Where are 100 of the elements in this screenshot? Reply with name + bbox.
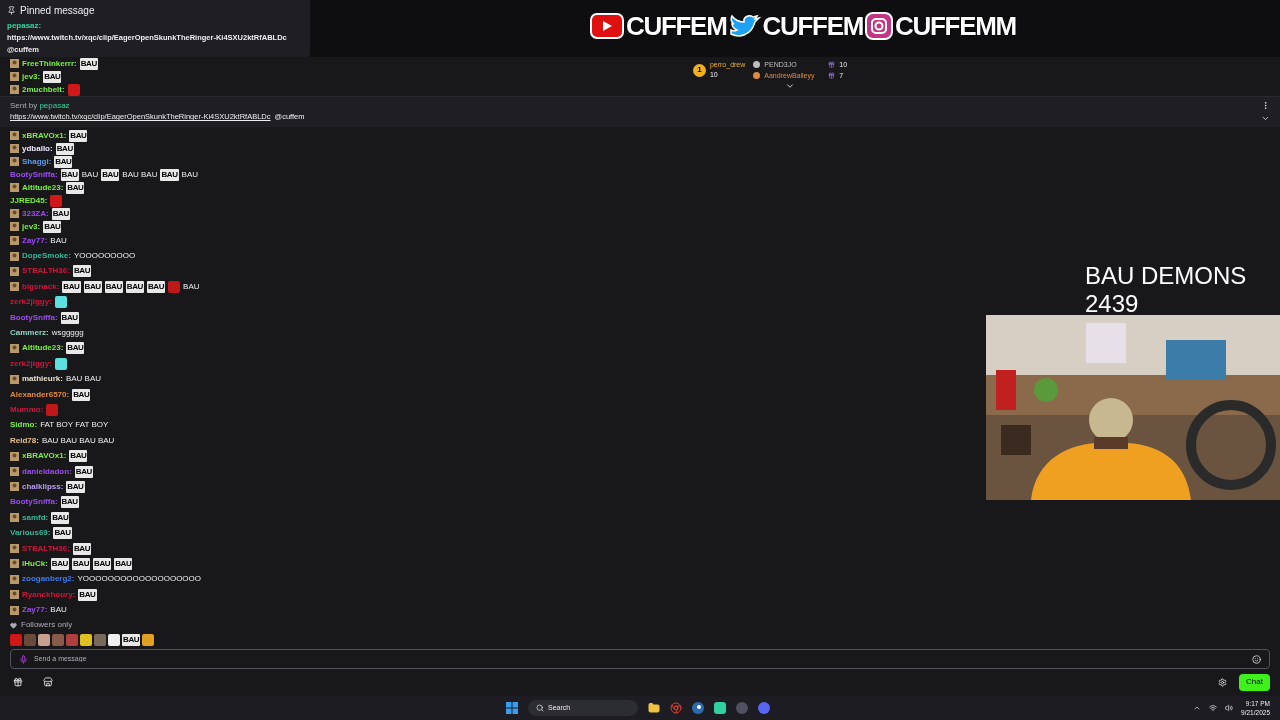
username[interactable]: jev3: — [22, 220, 41, 233]
emote: BAU — [60, 168, 79, 181]
gift-icon — [828, 72, 836, 79]
username[interactable]: zooganberg2: — [22, 573, 75, 586]
emote: BAU — [104, 280, 123, 293]
username[interactable]: Various69: — [10, 527, 51, 540]
volume-icon[interactable] — [1225, 704, 1234, 712]
emote: BAU — [79, 57, 98, 70]
username[interactable]: iHuCk: — [22, 557, 48, 570]
username[interactable]: Zay77: — [22, 604, 48, 617]
message-text: BAU — [50, 234, 67, 247]
username[interactable]: Cammerz: — [10, 327, 49, 340]
wifi-icon[interactable] — [1209, 704, 1218, 712]
message-text: BAU — [50, 604, 67, 617]
message-text: BAU BAU — [122, 168, 158, 181]
emote: BAU — [43, 220, 62, 233]
username[interactable]: Shaggi: — [22, 155, 52, 168]
emote: BAU — [146, 280, 166, 293]
emote: BAU — [114, 557, 133, 570]
username[interactable]: jev3: — [22, 70, 41, 83]
username[interactable]: BootySniffa: — [10, 496, 58, 509]
username[interactable]: danieldadon: — [22, 465, 72, 478]
camera-icon — [865, 12, 894, 40]
play-icon — [590, 13, 624, 39]
emote: BAU — [66, 480, 85, 493]
points-icon[interactable] — [13, 677, 23, 687]
username[interactable]: samfd: — [22, 511, 49, 524]
username[interactable]: pepasaz: — [7, 20, 303, 32]
emote: BAU — [43, 70, 62, 83]
settings-icon[interactable] — [1218, 677, 1228, 687]
username[interactable]: Sidmo: — [10, 419, 38, 432]
more-icon[interactable] — [1261, 101, 1270, 110]
username[interactable]: Alexander6570: — [10, 388, 70, 401]
expand-icon[interactable] — [785, 81, 795, 91]
message-text: BAU BAU — [65, 373, 102, 386]
emoji-icon[interactable] — [1252, 654, 1261, 664]
heart-icon — [10, 621, 17, 629]
pin-icon — [7, 6, 16, 15]
username[interactable]: xBRAVOx1: — [22, 450, 67, 463]
emote: BAU — [62, 280, 81, 293]
message-text: BAU — [181, 168, 198, 181]
emote: BAU — [72, 542, 91, 555]
bird-icon — [728, 12, 761, 40]
emote: BAU — [54, 155, 73, 168]
emote: BAU — [122, 634, 141, 646]
emote: BAU — [78, 588, 97, 601]
emote: BAU — [71, 557, 91, 570]
message-text: YOOOOOOOOOOOOOOOOOOO — [77, 573, 202, 586]
emote: BAU — [125, 280, 144, 293]
emote: BAU — [53, 527, 72, 540]
username[interactable]: BootySniffa: — [10, 168, 58, 181]
username[interactable]: BootySniffa: — [10, 311, 58, 324]
overlay-title: BAU DEMONS — [1085, 262, 1247, 290]
emote: BAU — [66, 342, 85, 355]
message-text: BAU BAU BAU BAU — [41, 434, 115, 447]
collapse-icon[interactable] — [1261, 114, 1270, 123]
username[interactable]: chalklipss: — [22, 480, 64, 493]
chat-button[interactable]: Chat — [1239, 673, 1270, 691]
store-icon[interactable] — [43, 677, 53, 687]
emote: BAU — [51, 207, 70, 220]
browser-icon[interactable] — [670, 702, 682, 714]
emote: BAU — [93, 557, 112, 570]
folder-icon[interactable] — [648, 702, 660, 714]
popup-title: Pinned message — [20, 4, 95, 18]
emote: BAU — [83, 280, 102, 293]
username[interactable]: Zay77: — [22, 234, 48, 247]
username[interactable]: Reid78: — [10, 434, 39, 447]
rank-badge: 1 — [692, 63, 706, 77]
emote: BAU — [60, 311, 79, 324]
social-handle: CUFFEMM — [895, 13, 1016, 39]
message-text: YOOOOOOOOO — [73, 250, 136, 263]
username[interactable]: Altitude23: — [22, 342, 64, 355]
overlay-count: 2439 — [1085, 290, 1140, 318]
username[interactable]: xBRAVOx1: — [22, 129, 67, 142]
tray-icon[interactable] — [1193, 704, 1202, 712]
start-icon[interactable] — [506, 702, 518, 714]
emote: BAU — [69, 450, 88, 463]
username[interactable]: 323ZA: — [22, 207, 49, 220]
username[interactable]: mathieurk: — [22, 373, 63, 386]
emote: BAU — [51, 511, 70, 524]
message-text: BAU — [183, 280, 200, 293]
message-text: wsggggg — [51, 327, 84, 340]
chat-mode: Followers only — [21, 619, 73, 631]
username[interactable]: JJRED45: — [10, 194, 48, 207]
username[interactable]: Altitude23: — [22, 181, 64, 194]
username[interactable]: DopeSmoke: — [22, 250, 71, 263]
emote: BAU — [72, 265, 91, 278]
emote: BAU — [72, 388, 91, 401]
sent-by-text: Sent by pepasaz — [10, 101, 71, 112]
username[interactable]: ydballo: — [22, 142, 53, 155]
gift-icon — [828, 61, 836, 68]
mic-icon[interactable] — [19, 654, 28, 664]
username[interactable]: FreeThinkerrr: — [22, 57, 77, 70]
search-icon — [536, 704, 544, 712]
emote: BAU — [50, 557, 69, 570]
social-handle: CUFFEM — [626, 13, 727, 39]
username[interactable]: 2muchbelt: — [22, 83, 65, 96]
app-icon[interactable] — [714, 702, 726, 714]
emote: BAU — [101, 168, 120, 181]
emote: BAU — [60, 496, 79, 509]
